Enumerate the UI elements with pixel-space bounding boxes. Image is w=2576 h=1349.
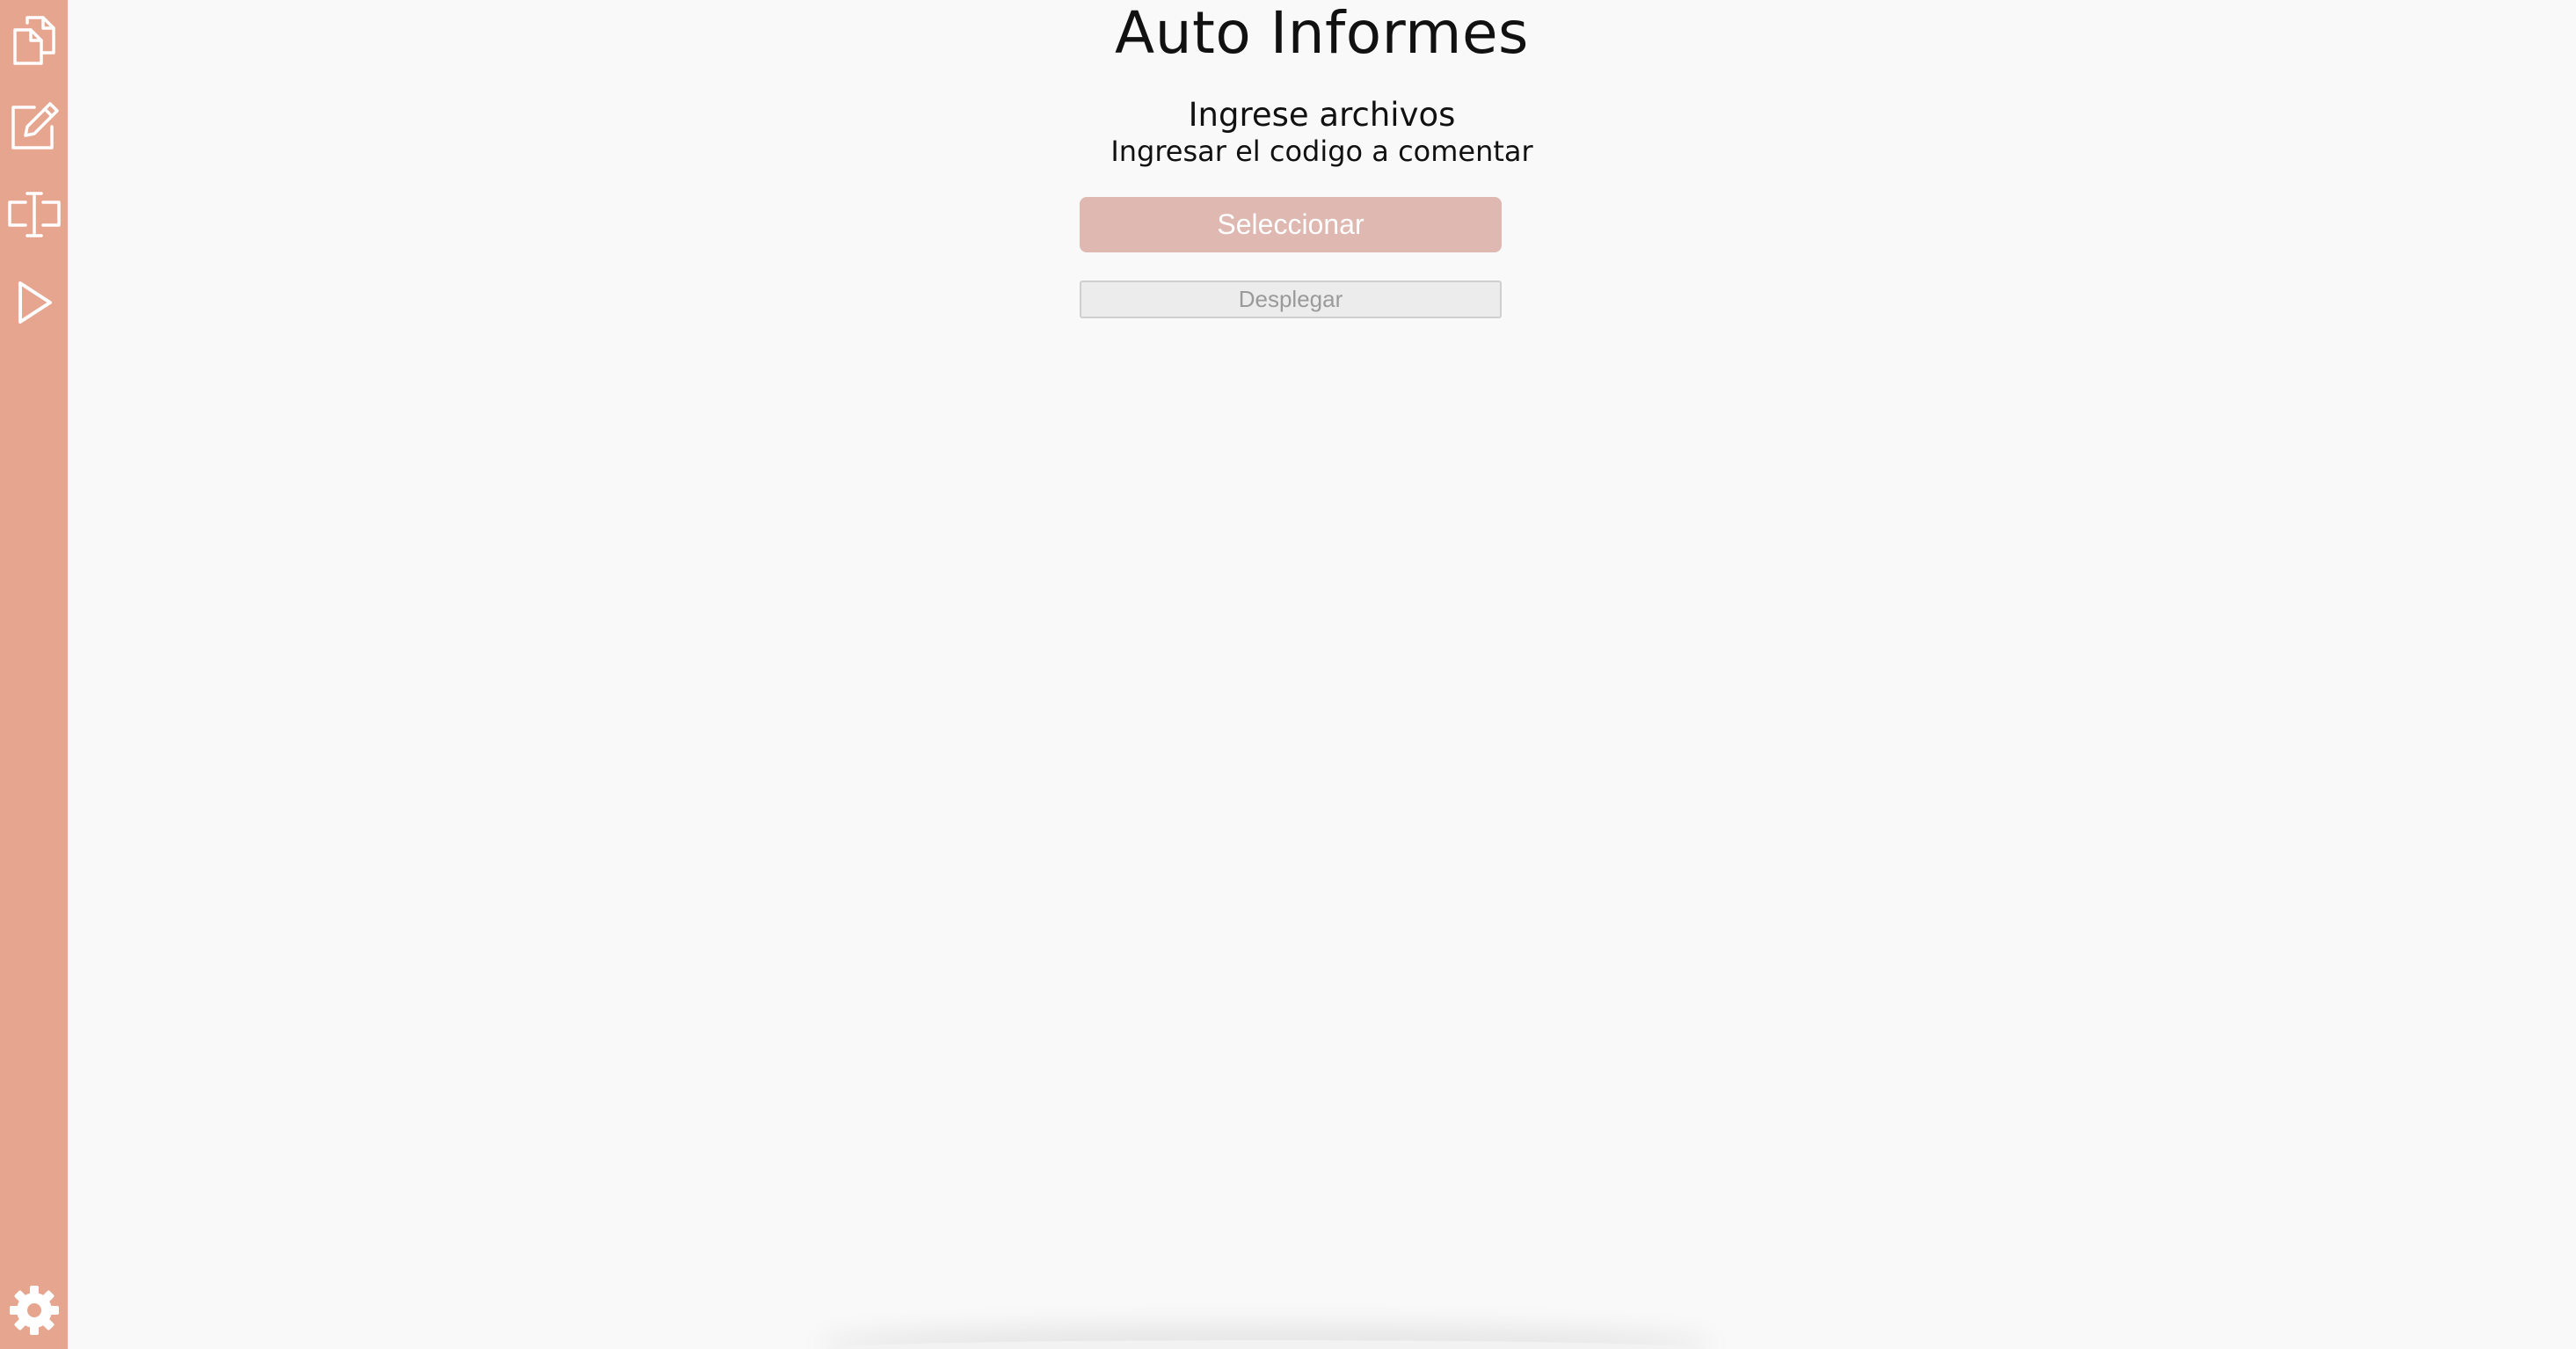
edit-icon	[8, 100, 61, 153]
text-cursor-icon	[6, 190, 62, 239]
sidebar	[0, 0, 68, 1349]
sidebar-item-text[interactable]	[0, 174, 68, 255]
main-content: Auto Informes Ingrese archivos Ingresar …	[68, 0, 2576, 1349]
sidebar-item-files[interactable]	[0, 0, 68, 81]
section-subtitle: Ingrese archivos	[1188, 96, 1456, 134]
section-description: Ingresar el codigo a comentar	[1110, 135, 1533, 168]
page-title: Auto Informes	[1115, 0, 1529, 67]
play-icon	[15, 280, 54, 325]
select-files-button[interactable]: Seleccionar	[1080, 197, 1502, 252]
settings-button[interactable]	[0, 1270, 68, 1349]
app-window: Auto Informes Ingrese archivos Ingresar …	[0, 0, 2576, 1349]
deploy-button[interactable]: Desplegar	[1080, 281, 1502, 318]
files-icon	[11, 14, 57, 67]
sidebar-item-edit[interactable]	[0, 86, 68, 167]
sidebar-item-run[interactable]	[0, 262, 68, 343]
gear-icon	[8, 1284, 61, 1337]
